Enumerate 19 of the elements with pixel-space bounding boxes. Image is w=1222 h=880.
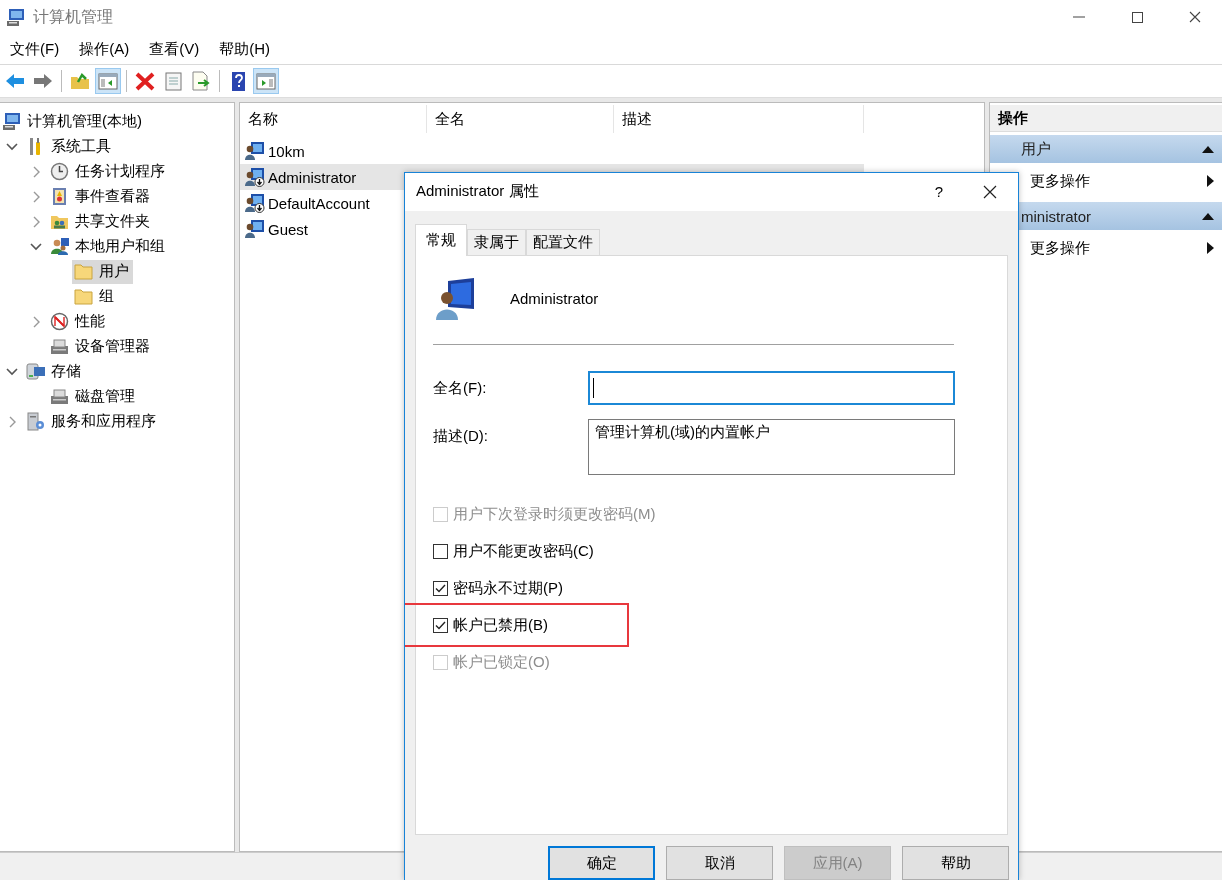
checkbox-label: 帐户已禁用(B) bbox=[453, 615, 548, 635]
user-name: Administrator bbox=[268, 168, 357, 186]
user-name: DefaultAccount bbox=[268, 194, 370, 212]
user-name: Guest bbox=[268, 220, 309, 238]
checkbox-label: 用户不能更改密码(C) bbox=[453, 541, 594, 561]
action-label: 更多操作 bbox=[1030, 238, 1090, 258]
dialog-title: Administrator 属性 bbox=[416, 182, 540, 202]
field-label: 描述(D): bbox=[433, 425, 489, 446]
checkbox-label: 密码永不过期(P) bbox=[453, 578, 563, 598]
action-label: 更多操作 bbox=[1030, 171, 1090, 191]
actions-header: 操作 bbox=[990, 105, 1222, 132]
checkbox-label: 帐户已锁定(O) bbox=[453, 652, 550, 672]
section-title: 用户 bbox=[1021, 139, 1051, 159]
field-label: 全名(F): bbox=[433, 377, 488, 398]
user-name: Administrator bbox=[510, 290, 599, 308]
checkbox-label: 用户下次登录时须更改密码(M) bbox=[453, 504, 656, 524]
window-title: 计算机管理 bbox=[33, 6, 114, 27]
section-title: ministrator bbox=[1021, 207, 1091, 225]
user-name: 10km bbox=[268, 142, 305, 160]
